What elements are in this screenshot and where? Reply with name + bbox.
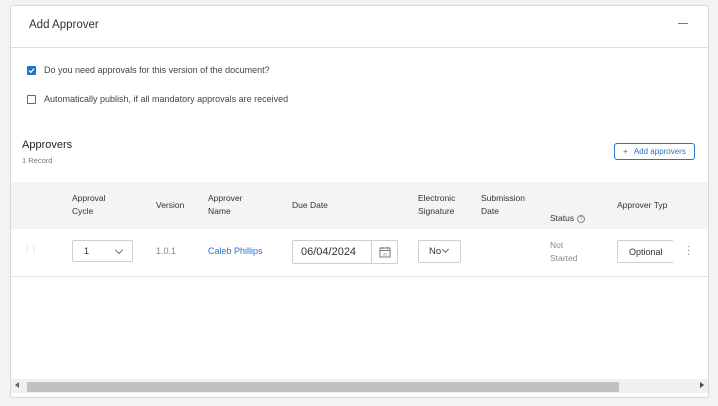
- scroll-left-icon[interactable]: [15, 382, 19, 388]
- drag-handle-icon[interactable]: ⋮⋮: [23, 245, 38, 254]
- row-menu-icon[interactable]: · · ·: [687, 242, 690, 260]
- panel-header: Add Approver: [11, 6, 708, 48]
- scrollbar-thumb[interactable]: [27, 382, 619, 392]
- auto-publish-option[interactable]: Automatically publish, if all mandatory …: [27, 94, 288, 104]
- table-row: ⋮⋮ 1 1.0.1 Caleb Phillips 06/04/2024 31 …: [11, 229, 708, 277]
- approval-cycle-value: 1: [84, 246, 90, 256]
- add-approvers-label: Add approvers: [633, 147, 686, 156]
- svg-text:31: 31: [382, 252, 387, 257]
- header-due-date[interactable]: Due Date: [292, 199, 328, 212]
- info-icon[interactable]: ?: [577, 214, 586, 223]
- minus-icon[interactable]: [678, 23, 688, 24]
- approvers-title: Approvers: [22, 139, 73, 151]
- scroll-right-icon[interactable]: [700, 382, 704, 388]
- need-approvals-option[interactable]: Do you need approvals for this version o…: [27, 65, 270, 75]
- header-submission-date[interactable]: Submission Date: [481, 192, 525, 218]
- check-icon: [28, 67, 35, 73]
- approver-type-value: Optional: [629, 247, 663, 257]
- header-electronic-signature[interactable]: Electronic Signature: [418, 192, 455, 218]
- version-value: 1.0.1: [156, 246, 177, 256]
- header-version[interactable]: Version: [156, 199, 184, 212]
- header-status-label: Status: [550, 213, 575, 223]
- calendar-icon[interactable]: 31: [371, 241, 397, 263]
- due-date-input[interactable]: 06/04/2024 31: [292, 240, 398, 264]
- electronic-signature-value: No: [429, 246, 442, 257]
- table-header: Approval Cycle Version Approver Name Due…: [11, 182, 708, 229]
- approval-cycle-select[interactable]: 1: [72, 240, 133, 262]
- status-value: Not Started: [550, 240, 578, 263]
- plus-icon: +: [623, 147, 628, 156]
- chevron-down-icon: [441, 245, 450, 254]
- add-approvers-button[interactable]: + Add approvers: [614, 143, 695, 160]
- horizontal-scrollbar[interactable]: [11, 379, 708, 393]
- auto-publish-checkbox[interactable]: [27, 94, 36, 104]
- header-approval-cycle[interactable]: Approval Cycle: [72, 192, 106, 218]
- record-count: 1 Record: [22, 156, 53, 165]
- need-approvals-checkbox[interactable]: [27, 65, 36, 75]
- add-approver-panel: Add Approver Do you need approvals for t…: [10, 5, 709, 398]
- chevron-down-icon: [114, 245, 124, 255]
- panel-title: Add Approver: [29, 19, 99, 31]
- header-status[interactable]: Status?: [550, 199, 586, 225]
- approver-type-select[interactable]: Optional: [617, 240, 673, 263]
- electronic-signature-select[interactable]: No: [418, 240, 461, 263]
- approver-name-link[interactable]: Caleb Phillips: [208, 246, 263, 256]
- header-approver-type[interactable]: Approver Typ: [617, 199, 667, 212]
- need-approvals-label: Do you need approvals for this version o…: [44, 65, 270, 75]
- due-date-value: 06/04/2024: [301, 246, 357, 258]
- header-approver-name[interactable]: Approver Name: [208, 192, 243, 218]
- auto-publish-label: Automatically publish, if all mandatory …: [44, 94, 289, 104]
